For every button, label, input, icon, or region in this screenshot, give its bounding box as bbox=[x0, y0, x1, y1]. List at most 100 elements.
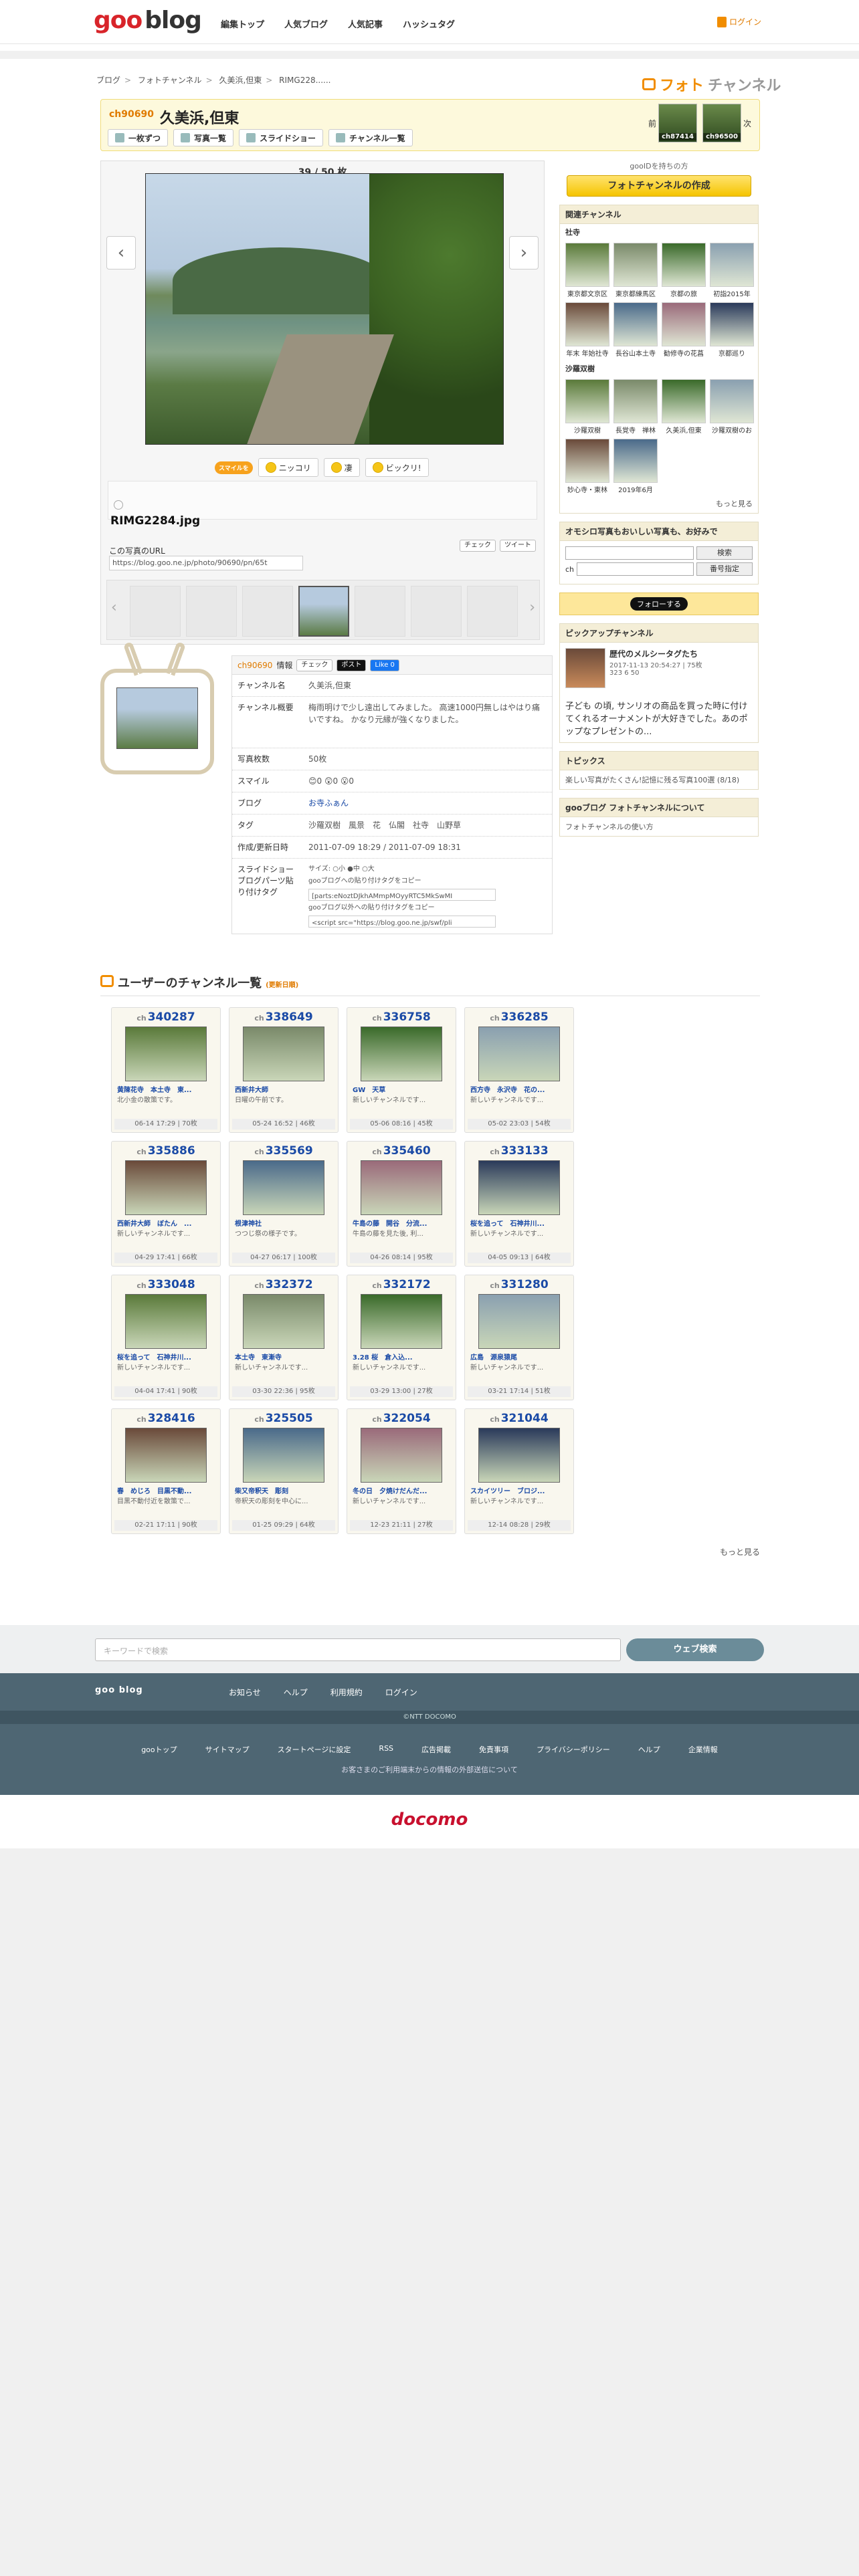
thumbnail[interactable] bbox=[467, 586, 518, 637]
channel-list-button[interactable]: チャンネル一覧 bbox=[328, 129, 413, 146]
strip-next-arrow[interactable]: › bbox=[529, 599, 535, 616]
web-search-input[interactable]: キーワードで検索 bbox=[95, 1638, 621, 1661]
thumbnail[interactable] bbox=[355, 586, 405, 637]
nav-edit-top[interactable]: 編集トップ bbox=[221, 17, 264, 30]
footer-link[interactable]: スタートページに設定 bbox=[278, 1744, 351, 1755]
slideshow-button[interactable]: スライドショー bbox=[239, 129, 324, 146]
nav-hashtag[interactable]: ハッシュタグ bbox=[403, 17, 455, 30]
nav-popular-blog[interactable]: 人気ブログ bbox=[284, 17, 328, 30]
surprise-button[interactable]: ビックリ! bbox=[365, 458, 429, 477]
blog-link[interactable]: お寺ふぁん bbox=[303, 792, 552, 814]
channel-card[interactable]: ch 335569 根津神社 つつじ祭の様子です。 04-27 06:17 | 100枚 bbox=[229, 1141, 339, 1267]
channel-card[interactable]: ch 333048 桜を追って 石神井川... 新しいチャンネルです... 04-04 … bbox=[111, 1275, 221, 1400]
channel-card[interactable]: ch 321044 スカイツリー ブロジ... 新しいチャンネルです... 12-14 … bbox=[464, 1408, 574, 1534]
related-channel-item[interactable]: 東京都練馬区 bbox=[613, 243, 658, 298]
channel-card[interactable]: ch 332172 3.28 桜 倉入込... 新しいチャンネルです... 03-29 … bbox=[347, 1275, 456, 1400]
footer-link[interactable]: お知らせ bbox=[229, 1687, 261, 1698]
thumbnail[interactable] bbox=[242, 586, 293, 637]
channel-card[interactable]: ch 333133 桜を追って 石神井川... 新しいチャンネルです... 04-05 … bbox=[464, 1141, 574, 1267]
footer-link[interactable]: ヘルプ bbox=[284, 1687, 308, 1698]
thumbnail[interactable] bbox=[130, 586, 181, 637]
login-link[interactable]: ログイン bbox=[717, 16, 761, 27]
size-medium[interactable]: 中 bbox=[353, 865, 360, 873]
related-channel-item[interactable]: 東京都文京区 bbox=[565, 243, 609, 298]
crumb-photochannel[interactable]: フォトチャンネル bbox=[138, 76, 202, 85]
footer-link[interactable]: ヘルプ bbox=[638, 1744, 660, 1755]
create-channel-button[interactable]: フォトチャンネルの作成 bbox=[567, 175, 751, 197]
channel-card[interactable]: ch 336285 西方寺 永沢寺 花の... 新しいチャンネルです... 05-02 … bbox=[464, 1007, 574, 1133]
next-photo-arrow[interactable]: › bbox=[509, 236, 539, 270]
size-large[interactable]: 大 bbox=[368, 865, 375, 873]
follow-button[interactable]: フォローする bbox=[630, 597, 688, 611]
prev-channel[interactable]: 前 ch87414 bbox=[648, 104, 697, 142]
related-channel-item[interactable]: 2019年6月 bbox=[613, 439, 658, 494]
crumb-channel[interactable]: 久美浜,但東 bbox=[219, 76, 262, 85]
related-channel-item[interactable]: 長谷山本土寺 bbox=[613, 302, 658, 358]
one-by-one-button[interactable]: 一枚ずつ bbox=[108, 129, 169, 146]
footer-brand[interactable]: goo blog bbox=[95, 1685, 143, 1695]
footer-note[interactable]: お客さまのご利用端末からの情報の外部送信について bbox=[0, 1764, 859, 1775]
channel-card[interactable]: ch 338649 西新井大師 日曜の午前です。 05-24 16:52 | 46枚 bbox=[229, 1007, 339, 1133]
footer-link[interactable]: ログイン bbox=[385, 1687, 417, 1698]
check-button[interactable]: チェック bbox=[296, 659, 333, 671]
footer-link[interactable]: gooトップ bbox=[141, 1744, 177, 1755]
channel-card[interactable]: ch 335886 西新井大師 ぼたん ... 新しいチャンネルです... 04-29 … bbox=[111, 1141, 221, 1267]
footer-link[interactable]: 広告掲載 bbox=[421, 1744, 451, 1755]
channel-card[interactable]: ch 340287 黄陳花寺 本土寺 東... 北小金の散策です。 06-14 17:2… bbox=[111, 1007, 221, 1133]
like-button[interactable]: Like 0 bbox=[370, 659, 399, 671]
related-channel-item[interactable]: 京都の旅 bbox=[662, 243, 706, 298]
prev-photo-arrow[interactable]: ‹ bbox=[106, 236, 136, 270]
more-channels-link[interactable]: もっと見る bbox=[100, 1546, 760, 1558]
parts-code-field-2[interactable]: <script src="https://blog.goo.ne.jp/swf/… bbox=[308, 916, 496, 928]
channel-card[interactable]: ch 335460 牛島の藤 開谷 分流... 牛島の藤を見た後, 利... 04-26… bbox=[347, 1141, 456, 1267]
channel-card[interactable]: ch 322054 冬の日 夕焼けだんだ... 新しいチャンネルです... 12-23 … bbox=[347, 1408, 456, 1534]
related-channel-item[interactable]: 京都巡り bbox=[710, 302, 754, 358]
about-link[interactable]: フォトチャンネルの使い方 bbox=[560, 817, 758, 836]
pickup-item[interactable]: 歴代のメルシータグたち 2017-11-13 20:54:27 | 75枚 323 … bbox=[560, 643, 758, 693]
footer-link[interactable]: 免責事項 bbox=[479, 1744, 508, 1755]
footer-link[interactable]: 企業情報 bbox=[688, 1744, 718, 1755]
nav-popular-articles[interactable]: 人気記事 bbox=[348, 17, 383, 30]
post-button[interactable]: ポスト bbox=[337, 659, 367, 671]
strip-prev-arrow[interactable]: ‹ bbox=[111, 599, 117, 616]
amazing-button[interactable]: 凄 bbox=[323, 458, 360, 477]
smile-button[interactable]: ニッコリ bbox=[258, 458, 318, 477]
docomo-logo[interactable]: docomo bbox=[391, 1810, 468, 1830]
search-button[interactable]: 検索 bbox=[696, 546, 753, 560]
info-tags[interactable]: 沙羅双樹 風景 花 仏閣 社寺 山野草 bbox=[303, 815, 552, 836]
related-channel-item[interactable]: 久美浜,但東 bbox=[662, 379, 706, 435]
goo-blog-logo[interactable]: goo blog bbox=[94, 7, 202, 34]
number-button[interactable]: 番号指定 bbox=[696, 562, 753, 576]
footer-link[interactable]: サイトマップ bbox=[205, 1744, 250, 1755]
crumb-blog[interactable]: ブログ bbox=[96, 76, 120, 85]
channel-card[interactable]: ch 332372 本土寺 東漸寺 新しいチャンネルです... 03-30 22:36 … bbox=[229, 1275, 339, 1400]
related-channel-item[interactable]: 長覚寺 禅林 bbox=[613, 379, 658, 435]
related-channel-item[interactable]: 初詣2015年 bbox=[710, 243, 754, 298]
topics-item[interactable]: 楽しい写真がたくさん!記憶に残る写真100選 bbox=[565, 776, 714, 784]
more-link[interactable]: もっと見る bbox=[560, 497, 758, 513]
channel-card[interactable]: ch 336758 GW 天草 新しいチャンネルです... 05-06 08:16 | … bbox=[347, 1007, 456, 1133]
footer-link[interactable]: RSS bbox=[379, 1744, 393, 1755]
web-search-button[interactable]: ウェブ検索 bbox=[626, 1638, 764, 1661]
channel-number-input[interactable] bbox=[577, 562, 694, 576]
parts-code-field[interactable]: [parts:eNoztDJkhAMmpMOyyRTC5MkSwMI bbox=[308, 889, 496, 901]
keyword-input[interactable] bbox=[565, 546, 694, 560]
related-channel-item[interactable]: 年末 年始社寺 bbox=[565, 302, 609, 358]
photo-url-field[interactable]: https://blog.goo.ne.jp/photo/90690/pn/65… bbox=[109, 556, 303, 570]
check-button[interactable]: チェック bbox=[460, 540, 496, 552]
related-channel-item[interactable]: 勧修寺の花菖 bbox=[662, 302, 706, 358]
channel-card[interactable]: ch 331280 広島 源泉猿尾 新しいチャンネルです... 03-21 17:14 … bbox=[464, 1275, 574, 1400]
related-channel-item[interactable]: 妙心寺・東林 bbox=[565, 439, 609, 494]
size-small[interactable]: 小 bbox=[339, 865, 345, 873]
channel-card[interactable]: ch 325505 柴又帝釈天 彫刻 帝釈天の彫刻を中心に... 01-25 09:29… bbox=[229, 1408, 339, 1534]
main-photo[interactable] bbox=[145, 173, 504, 445]
related-channel-item[interactable]: 沙羅双樹のお bbox=[710, 379, 754, 435]
tweet-button[interactable]: ツイート bbox=[500, 540, 536, 552]
related-channel-item[interactable]: 沙羅双樹 bbox=[565, 379, 609, 435]
next-channel[interactable]: ch96500 次 bbox=[702, 104, 751, 142]
footer-link[interactable]: 利用規約 bbox=[330, 1687, 363, 1698]
photochannel-brand[interactable]: フォト チャンネル bbox=[642, 74, 781, 95]
thumbnail[interactable] bbox=[186, 586, 237, 637]
photo-list-button[interactable]: 写真一覧 bbox=[173, 129, 234, 146]
footer-link[interactable]: プライバシーポリシー bbox=[537, 1744, 610, 1755]
